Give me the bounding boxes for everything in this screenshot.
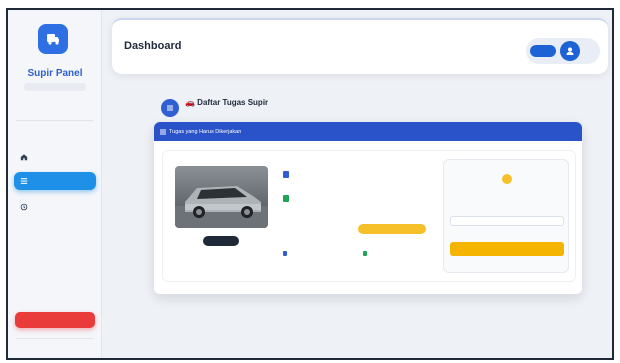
page-title: Dashboard (124, 40, 182, 52)
home-icon (20, 154, 28, 161)
sidebar-item-history[interactable] (14, 198, 96, 216)
task-card: Tugas yang Harus Dikerjakan (154, 122, 582, 294)
sidebar-item-tasks[interactable] (14, 172, 96, 190)
finish-task-button[interactable] (450, 242, 564, 256)
list-icon (20, 178, 28, 184)
avatar[interactable] (560, 41, 580, 61)
card-header: Tugas yang Harus Dikerjakan (154, 122, 582, 141)
location-icon (283, 195, 289, 202)
sidebar: Supir Panel (8, 10, 102, 358)
sidebar-item-home[interactable] (14, 148, 96, 166)
finish-task-panel (443, 159, 569, 273)
section-title: 🚗 Daftar Tugas Supir (185, 98, 269, 107)
logout-button[interactable] (15, 312, 95, 328)
vehicle-photo (175, 166, 268, 228)
user-icon (566, 47, 574, 55)
brand-subtitle (24, 83, 86, 91)
license-plate-badge (203, 236, 239, 246)
km-input[interactable] (450, 216, 564, 226)
app-window: Supir Panel Dashboard 🚗 Daftar Tugas Sup… (6, 8, 614, 360)
card-header-title: Tugas yang Harus Dikerjakan (169, 128, 242, 135)
brand-title: Supir Panel (27, 68, 83, 79)
list-icon (160, 129, 166, 134)
status-badge (358, 224, 426, 234)
task-item (162, 150, 576, 282)
user-role-button[interactable] (530, 45, 556, 57)
history-icon (20, 203, 28, 211)
calendar-icon (363, 251, 367, 256)
user-menu[interactable] (526, 38, 600, 64)
truck-logo-icon (38, 24, 68, 54)
user-icon (283, 171, 289, 178)
top-header: Dashboard (112, 18, 608, 74)
calendar-icon (283, 251, 287, 256)
sidebar-divider (16, 338, 93, 339)
task-list-icon (161, 99, 179, 117)
odometer-icon (502, 174, 512, 184)
sidebar-divider (16, 120, 93, 121)
